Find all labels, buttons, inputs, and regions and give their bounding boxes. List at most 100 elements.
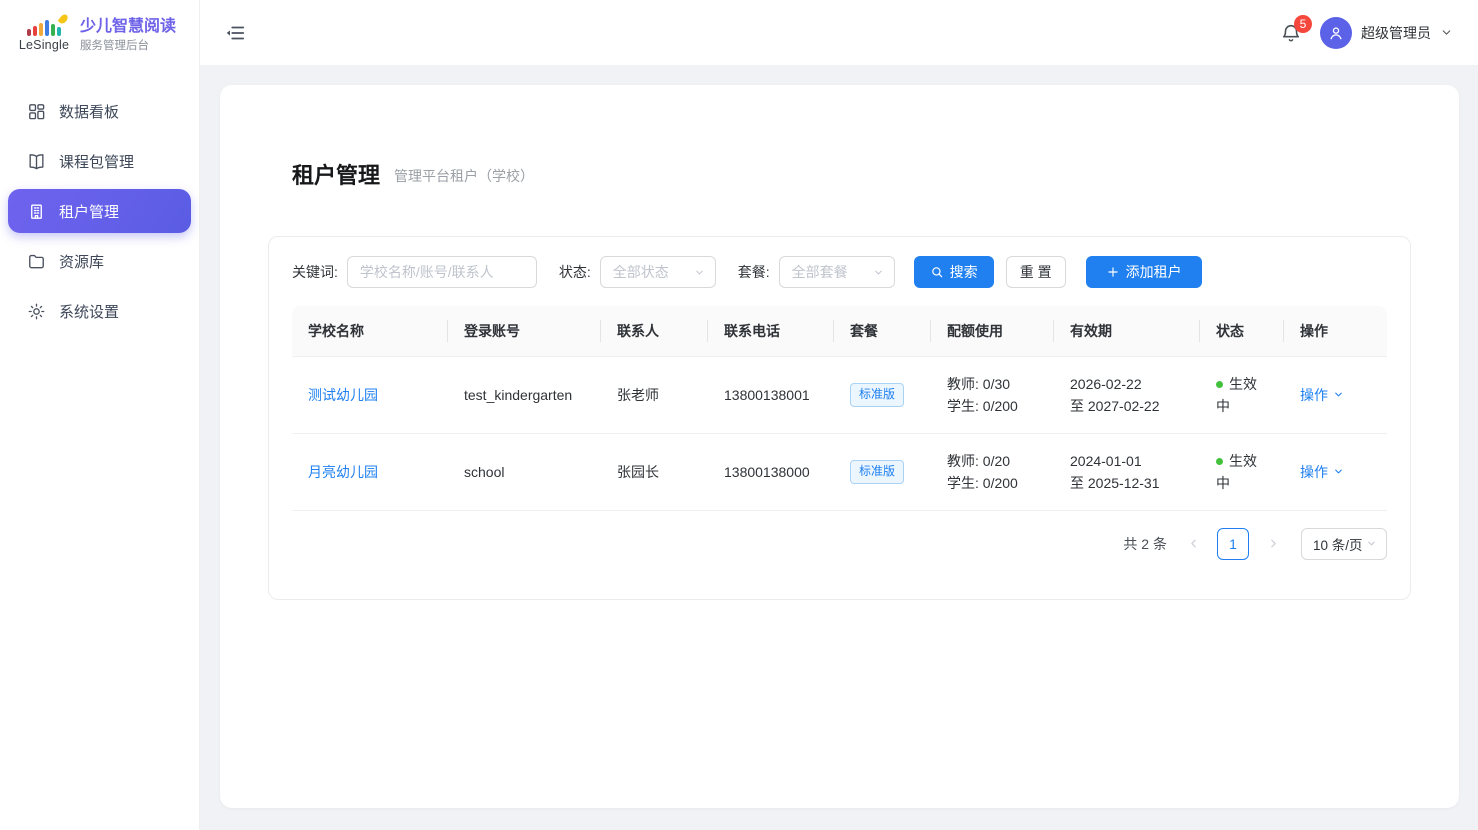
package-select[interactable]: 全部套餐 <box>779 256 895 288</box>
book-icon <box>27 152 46 171</box>
dashboard-icon <box>27 102 46 121</box>
gear-icon <box>27 302 46 321</box>
notification-badge: 5 <box>1294 15 1312 33</box>
sidebar-item-resources[interactable]: 资源库 <box>8 239 191 283</box>
table-row: 月亮幼儿园 school 张园长 13800138000 标准版 教师: 0/2… <box>292 433 1387 510</box>
page-size-select[interactable]: 10 条/页 <box>1301 528 1387 560</box>
chevron-down-icon <box>873 267 884 278</box>
filter-bar: 关键词: 状态: 全部状态 套餐: 全部套餐 <box>292 256 1387 288</box>
sidebar-item-label: 系统设置 <box>59 301 119 322</box>
content-area: 租户管理 管理平台租户（学校） 关键词: 状态: 全部状态 套餐: <box>200 66 1478 830</box>
school-name-link[interactable]: 测试幼儿园 <box>308 387 378 403</box>
status-label: 状态: <box>559 262 591 282</box>
package-label: 套餐: <box>738 262 770 282</box>
reset-button[interactable]: 重 置 <box>1006 256 1066 288</box>
sidebar-item-course-packages[interactable]: 课程包管理 <box>8 139 191 183</box>
col-contact: 联系人 <box>601 306 708 356</box>
status-badge: 生效中 <box>1216 376 1257 414</box>
username: 超级管理员 <box>1361 23 1431 43</box>
status-badge: 生效中 <box>1216 453 1257 491</box>
row-actions-dropdown[interactable]: 操作 <box>1300 461 1344 483</box>
brand-title: 少儿智慧阅读 <box>80 17 176 37</box>
status-select[interactable]: 全部状态 <box>600 256 716 288</box>
chevron-down-icon <box>1440 26 1453 39</box>
brand-logo: LeSingle 少儿智慧阅读 服务管理后台 <box>0 0 199 70</box>
brand-subtitle: 服务管理后台 <box>80 39 176 53</box>
sidebar-collapse-button[interactable] <box>224 21 248 45</box>
status-cell: 生效中 <box>1200 433 1284 510</box>
page-size-value: 10 条/页 <box>1313 534 1363 554</box>
col-package: 套餐 <box>834 306 931 356</box>
col-validity: 有效期 <box>1054 306 1200 356</box>
col-school-name: 学校名称 <box>292 306 448 356</box>
keyword-input[interactable] <box>347 256 537 288</box>
contact-cell: 张园长 <box>601 433 708 510</box>
sidebar-item-tenants[interactable]: 租户管理 <box>8 189 191 233</box>
user-menu[interactable]: 超级管理员 <box>1320 17 1453 49</box>
table-header-row: 学校名称 登录账号 联系人 联系电话 套餐 配额使用 有效期 状态 操作 <box>292 306 1387 356</box>
col-status: 状态 <box>1200 306 1284 356</box>
chevron-down-icon <box>1333 466 1344 477</box>
package-tag: 标准版 <box>850 460 904 484</box>
status-select-value: 全部状态 <box>613 262 669 282</box>
col-login-account: 登录账号 <box>448 306 601 356</box>
sidebar: LeSingle 少儿智慧阅读 服务管理后台 数据看板 课程包管理 <box>0 0 200 830</box>
sidebar-item-label: 资源库 <box>59 251 104 272</box>
next-page-button[interactable] <box>1263 528 1283 560</box>
user-icon <box>1327 24 1345 42</box>
sidebar-item-label: 课程包管理 <box>59 151 134 172</box>
building-icon <box>27 202 46 221</box>
col-phone: 联系电话 <box>708 306 834 356</box>
login-account-cell: school <box>448 433 601 510</box>
sidebar-item-label: 租户管理 <box>59 201 119 222</box>
search-button[interactable]: 搜索 <box>914 256 994 288</box>
sidebar-item-dashboard[interactable]: 数据看板 <box>8 89 191 133</box>
page-number-1[interactable]: 1 <box>1217 528 1249 560</box>
avatar <box>1320 17 1352 49</box>
lesingle-logo-icon: LeSingle <box>18 18 70 52</box>
contact-cell: 张老师 <box>601 356 708 433</box>
folder-icon <box>27 252 46 271</box>
page-card: 租户管理 管理平台租户（学校） 关键词: 状态: 全部状态 套餐: <box>220 85 1459 808</box>
phone-cell: 13800138001 <box>708 356 834 433</box>
pagination-total: 共 2 条 <box>1123 534 1167 554</box>
col-actions: 操作 <box>1284 306 1387 356</box>
school-name-link[interactable]: 月亮幼儿园 <box>308 464 378 480</box>
phone-cell: 13800138000 <box>708 433 834 510</box>
quota-cell: 教师: 0/20 学生: 0/200 <box>931 433 1054 510</box>
validity-cell: 2024-01-01 至 2025-12-31 <box>1054 433 1200 510</box>
package-select-value: 全部套餐 <box>792 262 848 282</box>
login-account-cell: test_kindergarten <box>448 356 601 433</box>
chevron-down-icon <box>694 267 705 278</box>
tenant-table: 学校名称 登录账号 联系人 联系电话 套餐 配额使用 有效期 状态 操作 <box>292 306 1387 511</box>
search-icon <box>930 265 944 279</box>
notifications-button[interactable]: 5 <box>1280 22 1302 44</box>
add-tenant-button[interactable]: 添加租户 <box>1086 256 1202 288</box>
tenant-panel: 关键词: 状态: 全部状态 套餐: 全部套餐 <box>268 236 1411 600</box>
validity-cell: 2026-02-22 至 2027-02-22 <box>1054 356 1200 433</box>
quota-cell: 教师: 0/30 学生: 0/200 <box>931 356 1054 433</box>
topbar: 5 超级管理员 <box>200 0 1478 66</box>
chevron-left-icon <box>1187 537 1200 550</box>
sidebar-item-settings[interactable]: 系统设置 <box>8 289 191 333</box>
package-tag: 标准版 <box>850 383 904 407</box>
page-title: 租户管理 <box>292 158 380 190</box>
sidebar-item-label: 数据看板 <box>59 101 119 122</box>
col-quota: 配额使用 <box>931 306 1054 356</box>
pagination: 共 2 条 1 10 条/页 <box>292 528 1387 560</box>
keyword-label: 关键词: <box>292 262 338 282</box>
chevron-right-icon <box>1267 537 1280 550</box>
menu-fold-icon <box>224 22 246 44</box>
app-root: LeSingle 少儿智慧阅读 服务管理后台 数据看板 课程包管理 <box>0 0 1478 830</box>
status-dot <box>1216 381 1223 388</box>
page-subtitle: 管理平台租户（学校） <box>394 166 534 186</box>
table-row: 测试幼儿园 test_kindergarten 张老师 13800138001 … <box>292 356 1387 433</box>
plus-icon <box>1106 265 1120 279</box>
status-dot <box>1216 458 1223 465</box>
prev-page-button[interactable] <box>1183 528 1203 560</box>
chevron-down-icon <box>1366 538 1377 549</box>
chevron-down-icon <box>1333 389 1344 400</box>
sidebar-menu: 数据看板 课程包管理 租户管理 资源库 <box>0 70 199 333</box>
row-actions-dropdown[interactable]: 操作 <box>1300 384 1344 406</box>
status-cell: 生效中 <box>1200 356 1284 433</box>
